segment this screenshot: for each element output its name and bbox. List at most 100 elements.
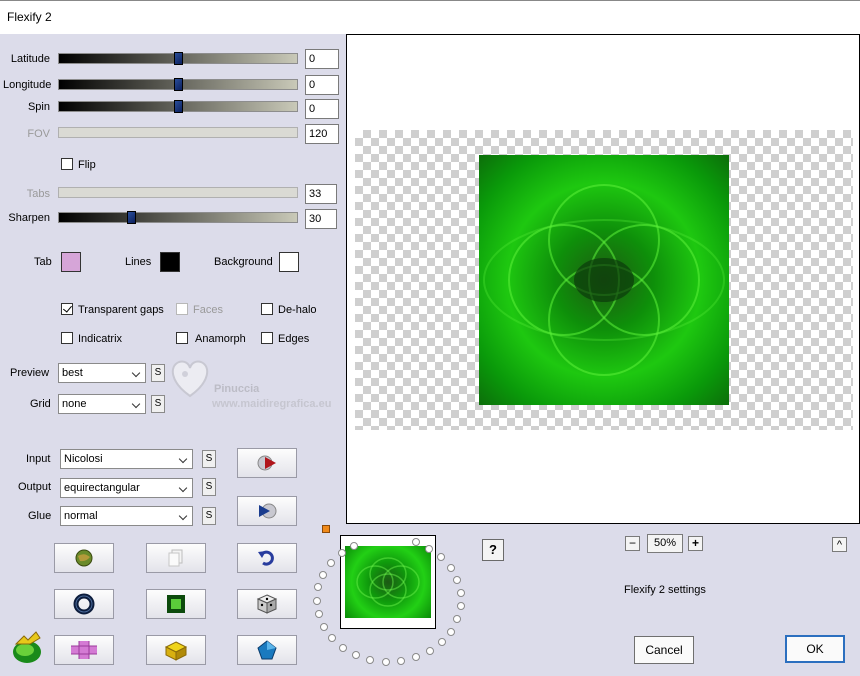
flip-checkbox[interactable] (61, 158, 73, 170)
sharpen-label: Sharpen (8, 212, 50, 224)
dial-dot[interactable] (314, 610, 323, 619)
dial-dot[interactable] (411, 538, 420, 547)
output-select[interactable]: equirectangular (60, 478, 193, 498)
tabs-value[interactable]: 33 (305, 184, 337, 204)
dial-dot[interactable] (381, 657, 390, 666)
transparent-gaps-checkbox[interactable] (61, 303, 73, 315)
output-label: Output (18, 481, 52, 493)
faces-label: Faces (193, 304, 223, 316)
preview-label: Preview (10, 367, 50, 379)
sharpen-value[interactable]: 30 (305, 209, 337, 229)
tabs-label: Tabs (26, 188, 50, 200)
dial-dot[interactable] (446, 563, 455, 572)
longitude-value[interactable]: 0 (305, 75, 339, 95)
cancel-button[interactable]: Cancel (634, 636, 694, 664)
pentagon-icon (257, 640, 277, 660)
dial-dot[interactable] (338, 643, 347, 652)
sharpen-slider[interactable] (58, 211, 298, 224)
cross-pattern-button[interactable] (54, 635, 114, 665)
grid-s-button[interactable]: S (151, 395, 165, 413)
dial-dot[interactable] (320, 622, 328, 631)
spin-slider[interactable] (58, 100, 298, 113)
frame-button[interactable] (146, 589, 206, 619)
preview-image (479, 155, 729, 405)
dial-dot[interactable] (351, 651, 360, 660)
preview-canvas[interactable] (346, 34, 860, 524)
spin-thumb[interactable] (174, 100, 183, 113)
spin-value[interactable]: 0 (305, 99, 339, 119)
dial-dot[interactable] (397, 657, 406, 666)
dial-dot[interactable] (412, 653, 421, 662)
dehalo-checkbox[interactable] (261, 303, 273, 315)
ok-button[interactable]: OK (785, 635, 845, 663)
dial-dot[interactable] (437, 638, 446, 647)
input-select[interactable]: Nicolosi (60, 449, 193, 469)
latitude-label: Latitude (10, 53, 50, 65)
indicatrix-label: Indicatrix (78, 333, 123, 345)
indicatrix-checkbox[interactable] (61, 332, 73, 344)
grid-select[interactable]: none (58, 394, 146, 414)
title-bar: Flexify 2 (0, 0, 860, 34)
play-blue-button[interactable] (237, 496, 297, 526)
dial-dot[interactable] (425, 544, 434, 553)
flexify-logo-icon (10, 630, 44, 666)
fov-value[interactable]: 120 (305, 124, 339, 144)
dial-dot[interactable] (456, 602, 465, 611)
longitude-thumb[interactable] (174, 78, 183, 91)
zoom-out-button[interactable]: − (625, 536, 640, 551)
window-title: Flexify 2 (7, 10, 52, 24)
dial-dot[interactable] (313, 596, 321, 605)
watermark-heart-icon (165, 352, 215, 402)
pentagon-button[interactable] (237, 635, 297, 665)
cube-button[interactable] (146, 635, 206, 665)
dial-dot[interactable] (425, 647, 434, 656)
globe-icon (75, 549, 93, 567)
zoom-in-button[interactable]: + (688, 536, 703, 551)
copy-button[interactable] (146, 543, 206, 573)
dice-button[interactable] (237, 589, 297, 619)
glue-select[interactable]: normal (60, 506, 193, 526)
dial-dot[interactable] (437, 553, 446, 562)
copy-icon (168, 549, 183, 567)
dial-dot[interactable] (328, 634, 337, 643)
anamorph-label: Anamorph (195, 333, 246, 345)
expand-button[interactable]: ^ (832, 537, 847, 552)
dial-dot[interactable] (453, 615, 462, 624)
longitude-slider[interactable] (58, 78, 298, 91)
help-button[interactable]: ? (482, 539, 504, 561)
sharpen-thumb[interactable] (127, 211, 136, 224)
edges-checkbox[interactable] (261, 332, 273, 344)
glue-s-button[interactable]: S (202, 507, 216, 525)
dial-dot[interactable] (453, 575, 462, 584)
dial-dot[interactable] (314, 583, 323, 592)
preview-s-button[interactable]: S (151, 364, 165, 382)
input-s-button[interactable]: S (202, 450, 216, 468)
background-color-swatch[interactable] (279, 252, 299, 272)
dial-dot[interactable] (350, 541, 359, 550)
cross-pattern-icon (71, 641, 97, 659)
dial-dot[interactable] (366, 655, 375, 664)
output-s-button[interactable]: S (202, 478, 216, 496)
ring-icon (73, 593, 95, 615)
latitude-slider[interactable] (58, 52, 298, 65)
faces-checkbox (176, 303, 188, 315)
dial-dot[interactable] (446, 627, 455, 636)
anamorph-checkbox[interactable] (176, 332, 188, 344)
play-forward-button[interactable] (237, 448, 297, 478)
dial-dot[interactable] (319, 570, 328, 579)
preview-select[interactable]: best (58, 363, 146, 383)
latitude-thumb[interactable] (174, 52, 183, 65)
tab-color-swatch[interactable] (61, 252, 81, 272)
settings-caption: Flexify 2 settings (624, 584, 706, 596)
ring-button[interactable] (54, 589, 114, 619)
dial-dot[interactable] (456, 589, 465, 597)
lines-color-swatch[interactable] (160, 252, 180, 272)
handle-marker-icon[interactable] (322, 525, 330, 533)
randomize-globe-button[interactable] (54, 543, 114, 573)
dial-dot[interactable] (327, 559, 336, 568)
dial-dot[interactable] (337, 549, 346, 558)
latitude-value[interactable]: 0 (305, 49, 339, 69)
undo-button[interactable] (237, 543, 297, 573)
dice-icon (256, 594, 278, 614)
watermark-line1: Pinuccia (214, 383, 260, 395)
